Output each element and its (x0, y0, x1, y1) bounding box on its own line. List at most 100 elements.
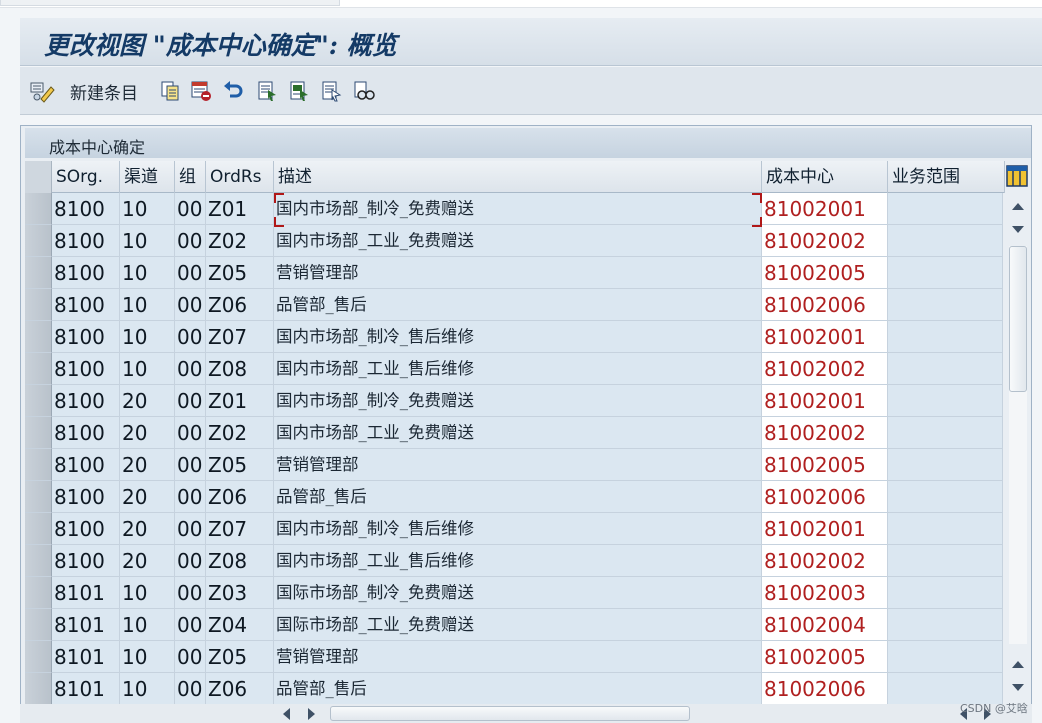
panel-title: 成本中心确定 (49, 138, 146, 157)
horizontal-scroll-thumb[interactable] (330, 706, 690, 721)
cell-business-area[interactable] (888, 481, 1003, 513)
horizontal-scrollbar[interactable] (20, 704, 1032, 723)
cell-business-area[interactable] (888, 449, 1003, 481)
cell-cost-center[interactable]: 81002006 (762, 673, 888, 705)
cell-description: 国内市场部_制冷_免费赠送 (274, 385, 762, 417)
column-header-sorg[interactable]: SOrg. (52, 161, 120, 193)
cell-cost-center[interactable]: 81002005 (762, 641, 888, 673)
cell-cost-center[interactable]: 81002001 (762, 385, 888, 417)
cell-cost-center[interactable]: 81002002 (762, 225, 888, 257)
row-selector[interactable] (25, 513, 52, 545)
cell-channel: 10 (120, 321, 175, 353)
cell-cost-center[interactable]: 81002002 (762, 545, 888, 577)
undo-button[interactable] (220, 79, 246, 103)
delete-button[interactable] (188, 79, 214, 103)
change-display-button[interactable] (28, 79, 58, 103)
table-header: SOrg. 渠道 组 OrdRs 描述 成本中心 业务范围 (25, 161, 1005, 193)
cell-channel: 10 (120, 353, 175, 385)
scroll-thumb[interactable] (1009, 246, 1027, 392)
cell-business-area[interactable] (888, 609, 1003, 641)
cell-cost-center[interactable]: 81002002 (762, 417, 888, 449)
row-selector[interactable] (25, 449, 52, 481)
cell-business-area[interactable] (888, 385, 1003, 417)
row-selector[interactable] (25, 353, 52, 385)
sap-window: 更改视图 "成本中心确定": 概览 新建条目 成本中心确定 SOrg. 渠道 组… (0, 0, 1042, 723)
row-selector[interactable] (25, 481, 52, 513)
scroll-up-button[interactable] (1009, 196, 1027, 216)
row-selector[interactable] (25, 609, 52, 641)
cell-cost-center[interactable]: 81002005 (762, 257, 888, 289)
cell-cost-center[interactable]: 81002001 (762, 513, 888, 545)
select-all-rows-button[interactable] (25, 161, 52, 193)
table-settings-button[interactable] (1006, 164, 1028, 188)
page-up-button[interactable] (1009, 654, 1027, 674)
row-selector[interactable] (25, 417, 52, 449)
table-row: 8101 10 00 Z05 营销管理部 81002005 (25, 641, 1005, 673)
cell-description: 国内市场部_工业_免费赠送 (274, 225, 762, 257)
row-selector[interactable] (25, 289, 52, 321)
scroll-right-button[interactable] (304, 706, 320, 722)
new-entries-button[interactable]: 新建条目 (70, 78, 138, 104)
cell-channel: 10 (120, 193, 175, 225)
row-selector[interactable] (25, 577, 52, 609)
cell-business-area[interactable] (888, 289, 1003, 321)
cell-sorg: 8100 (52, 353, 120, 385)
deselect-all-button[interactable] (318, 79, 344, 103)
cell-cost-center[interactable]: 81002001 (762, 321, 888, 353)
cell-description: 国际市场部_工业_免费赠送 (274, 609, 762, 641)
row-selector[interactable] (25, 257, 52, 289)
cell-business-area[interactable] (888, 353, 1003, 385)
cell-cost-center[interactable]: 81002005 (762, 449, 888, 481)
select-block-icon (290, 81, 308, 101)
cell-sorg: 8100 (52, 257, 120, 289)
column-header-ordrs[interactable]: OrdRs (206, 161, 274, 193)
column-header-cost-center[interactable]: 成本中心 (762, 161, 888, 193)
scroll-left-button[interactable] (278, 706, 294, 722)
select-all-button[interactable] (254, 79, 280, 103)
cell-group: 00 (175, 673, 206, 705)
table-control: SOrg. 渠道 组 OrdRs 描述 成本中心 业务范围 8100 10 00 Z0… (25, 161, 1005, 707)
select-block-button[interactable] (286, 79, 312, 103)
find-button[interactable] (350, 79, 378, 103)
cell-business-area[interactable] (888, 321, 1003, 353)
cell-business-area[interactable] (888, 545, 1003, 577)
cell-ordrs: Z08 (206, 545, 274, 577)
row-selector[interactable] (25, 545, 52, 577)
cell-business-area[interactable] (888, 641, 1003, 673)
row-selector[interactable] (25, 641, 52, 673)
row-selector[interactable] (25, 385, 52, 417)
row-selector[interactable] (25, 225, 52, 257)
panel-header: 成本中心确定 (25, 128, 1031, 158)
cell-cost-center[interactable]: 81002006 (762, 481, 888, 513)
cell-group: 00 (175, 641, 206, 673)
copy-as-icon (161, 81, 179, 101)
row-selector[interactable] (25, 321, 52, 353)
cell-business-area[interactable] (888, 417, 1003, 449)
cell-business-area[interactable] (888, 513, 1003, 545)
copy-as-button[interactable] (158, 79, 184, 103)
arrow-up-icon (1012, 661, 1024, 668)
cell-cost-center[interactable]: 81002006 (762, 289, 888, 321)
cell-cost-center[interactable]: 81002002 (762, 353, 888, 385)
column-header-business-area[interactable]: 业务范围 (888, 161, 1005, 193)
page-down-button[interactable] (1009, 220, 1027, 240)
change-display-icon (30, 82, 55, 103)
cell-cost-center[interactable]: 81002001 (762, 193, 888, 225)
column-header-channel[interactable]: 渠道 (120, 161, 175, 193)
cell-description: 营销管理部 (274, 641, 762, 673)
column-header-description[interactable]: 描述 (274, 161, 762, 193)
column-header-group[interactable]: 组 (175, 161, 206, 193)
vertical-scrollbar[interactable] (1008, 194, 1028, 702)
scroll-down-button[interactable] (1009, 678, 1027, 698)
cell-cost-center[interactable]: 81002003 (762, 577, 888, 609)
cell-business-area[interactable] (888, 577, 1003, 609)
cell-business-area[interactable] (888, 193, 1003, 225)
cell-business-area[interactable] (888, 257, 1003, 289)
cell-cost-center[interactable]: 81002004 (762, 609, 888, 641)
row-selector[interactable] (25, 673, 52, 705)
row-selector[interactable] (25, 193, 52, 225)
cell-sorg: 8101 (52, 673, 120, 705)
cell-business-area[interactable] (888, 225, 1003, 257)
cell-sorg: 8100 (52, 193, 120, 225)
cell-group: 00 (175, 417, 206, 449)
